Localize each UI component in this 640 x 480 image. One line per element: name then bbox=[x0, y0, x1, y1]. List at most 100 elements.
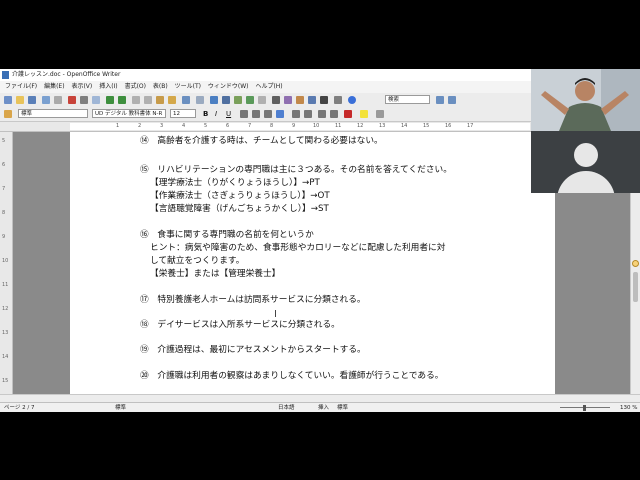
undo-icon[interactable] bbox=[182, 96, 190, 104]
print-preview-icon[interactable] bbox=[92, 96, 100, 104]
document-line-16[interactable]: ⑯ 食事に関する専門職の名前を何というか bbox=[140, 230, 314, 241]
scrollbar-thumb[interactable] bbox=[633, 272, 638, 302]
find-previous-icon[interactable] bbox=[436, 96, 444, 104]
email-icon[interactable] bbox=[42, 96, 50, 104]
navigation-icon[interactable] bbox=[632, 260, 639, 267]
background-color-icon[interactable] bbox=[376, 110, 384, 118]
menu-file[interactable]: ファイル(F) bbox=[5, 83, 37, 90]
justify-icon[interactable] bbox=[276, 110, 284, 118]
zoom-icon[interactable] bbox=[334, 96, 342, 104]
find-next-icon[interactable] bbox=[448, 96, 456, 104]
ruler-tick: 17 bbox=[467, 123, 474, 129]
menu-view[interactable]: 表示(V) bbox=[71, 83, 92, 90]
menu-format[interactable]: 書式(O) bbox=[125, 83, 146, 90]
gallery-icon[interactable] bbox=[296, 96, 304, 104]
document-page[interactable]: ⑭ 高齢者を介護する時は、チームとして関わる必要はない。 ⑮ リハビリテーション… bbox=[70, 132, 555, 394]
chart-icon[interactable] bbox=[246, 96, 254, 104]
document-line-17[interactable]: ⑰ 特別養護老人ホームは訪問系サービスに分類される。 bbox=[140, 295, 366, 306]
document-line-20[interactable]: ⑳ 介護職は利用者の観察はあまりしなくていい。看護師が行うことである。 bbox=[140, 371, 443, 382]
image-icon[interactable] bbox=[234, 96, 242, 104]
ruler-tick: 4 bbox=[182, 123, 186, 129]
paragraph-style-select[interactable]: 標準 bbox=[18, 109, 88, 118]
document-line-ot[interactable]: 【作業療法士（さぎょうりょうほうし）】→OT bbox=[150, 191, 330, 202]
paste-icon[interactable] bbox=[156, 96, 164, 104]
zoom-slider-handle[interactable] bbox=[583, 405, 586, 411]
document-line-answer[interactable]: 【栄養士】または【管理栄養士】 bbox=[150, 269, 280, 280]
status-style[interactable]: 標準 bbox=[115, 403, 126, 412]
help-icon[interactable] bbox=[348, 96, 356, 104]
document-line-st[interactable]: 【言語聴覚障害（げんごちょうかくし）】→ST bbox=[150, 204, 329, 215]
vruler-tick: 10 bbox=[2, 258, 9, 264]
ruler-tick: 6 bbox=[226, 123, 230, 129]
format-paintbrush-icon[interactable] bbox=[168, 96, 176, 104]
find-replace-icon[interactable] bbox=[272, 96, 280, 104]
drawing-functions-icon[interactable] bbox=[258, 96, 266, 104]
print-icon[interactable] bbox=[80, 96, 88, 104]
navigator-icon[interactable] bbox=[284, 96, 292, 104]
edit-file-icon[interactable] bbox=[54, 96, 62, 104]
status-page[interactable]: ページ 2 / 7 bbox=[4, 403, 35, 412]
ruler-tick: 10 bbox=[313, 123, 320, 129]
decrease-indent-icon[interactable] bbox=[318, 110, 326, 118]
highlight-icon[interactable] bbox=[360, 110, 368, 118]
font-size-select[interactable]: 12 bbox=[170, 109, 196, 118]
hyperlink-icon[interactable] bbox=[210, 96, 218, 104]
status-bar: ページ 2 / 7 標準 日本語 挿入 標準 130 % bbox=[0, 402, 640, 412]
align-left-icon[interactable] bbox=[240, 110, 248, 118]
vruler-tick: 13 bbox=[2, 330, 9, 336]
italic-button[interactable]: I bbox=[215, 109, 217, 119]
align-center-icon[interactable] bbox=[252, 110, 260, 118]
vertical-ruler[interactable]: 5 6 7 8 9 10 11 12 13 14 15 bbox=[0, 132, 13, 394]
menu-help[interactable]: ヘルプ(H) bbox=[255, 83, 282, 90]
cut-icon[interactable] bbox=[132, 96, 140, 104]
status-language[interactable]: 日本語 bbox=[278, 403, 295, 412]
menu-table[interactable]: 表(B) bbox=[153, 83, 168, 90]
status-insert-mode[interactable]: 挿入 bbox=[318, 403, 329, 412]
document-line-18[interactable]: ⑱ デイサービスは入所系サービスに分類される。 bbox=[140, 320, 340, 331]
menu-tools[interactable]: ツール(T) bbox=[175, 83, 201, 90]
bold-button[interactable]: B bbox=[203, 109, 208, 119]
ruler-tick: 14 bbox=[401, 123, 408, 129]
table-icon[interactable] bbox=[222, 96, 230, 104]
increase-indent-icon[interactable] bbox=[330, 110, 338, 118]
font-name-select[interactable]: UD デジタル 教科書体 N-R bbox=[92, 109, 166, 118]
export-pdf-icon[interactable] bbox=[68, 96, 76, 104]
spellcheck-icon[interactable] bbox=[106, 96, 114, 104]
document-line-14[interactable]: ⑭ 高齢者を介護する時は、チームとして関わる必要はない。 bbox=[140, 136, 383, 147]
participant-webcam bbox=[531, 131, 640, 193]
redo-icon[interactable] bbox=[196, 96, 204, 104]
presenter-silhouette bbox=[531, 69, 640, 131]
ruler-tick: 3 bbox=[160, 123, 164, 129]
menu-window[interactable]: ウィンドウ(W) bbox=[208, 83, 249, 90]
align-right-icon[interactable] bbox=[264, 110, 272, 118]
document-line-hint-cont[interactable]: して献立をつくります。 bbox=[150, 256, 244, 267]
vruler-tick: 7 bbox=[2, 186, 6, 192]
document-line-15[interactable]: ⑮ リハビリテーションの専門職は主に３つある。その名前を答えてください。 bbox=[140, 165, 452, 176]
menu-insert[interactable]: 挿入(I) bbox=[99, 83, 117, 90]
formatting-marks-icon[interactable] bbox=[320, 96, 328, 104]
status-zoom[interactable]: 130 % bbox=[620, 403, 637, 412]
styles-formatting-icon[interactable] bbox=[4, 110, 12, 118]
ruler-tick: 16 bbox=[445, 123, 452, 129]
status-selection-mode[interactable]: 標準 bbox=[337, 403, 348, 412]
save-icon[interactable] bbox=[28, 96, 36, 104]
document-line-hint[interactable]: ヒント：病気や障害のため、食事形態やカロリーなどに配慮した利用者に対 bbox=[150, 243, 445, 254]
avatar-body bbox=[557, 171, 615, 193]
open-folder-icon[interactable] bbox=[16, 96, 24, 104]
writer-window: 介護レッスン.doc - OpenOffice Writer ファイル(F) 編… bbox=[0, 69, 640, 412]
bullets-icon[interactable] bbox=[304, 110, 312, 118]
vruler-tick: 14 bbox=[2, 354, 9, 360]
font-color-icon[interactable] bbox=[344, 110, 352, 118]
document-line-19[interactable]: ⑲ 介護過程は、最初にアセスメントからスタートする。 bbox=[140, 345, 366, 356]
datasources-icon[interactable] bbox=[308, 96, 316, 104]
copy-icon[interactable] bbox=[144, 96, 152, 104]
search-input[interactable]: 検索 bbox=[385, 95, 430, 104]
underline-button[interactable]: U bbox=[226, 109, 231, 119]
numbering-icon[interactable] bbox=[292, 110, 300, 118]
document-line-pt[interactable]: 【理学療法士（りがくりょうほうし）】→PT bbox=[150, 178, 320, 189]
autospellcheck-icon[interactable] bbox=[118, 96, 126, 104]
presenter-webcam bbox=[531, 69, 640, 131]
new-document-icon[interactable] bbox=[4, 96, 12, 104]
menu-edit[interactable]: 編集(E) bbox=[44, 83, 64, 90]
ruler-tick: 11 bbox=[335, 123, 342, 129]
